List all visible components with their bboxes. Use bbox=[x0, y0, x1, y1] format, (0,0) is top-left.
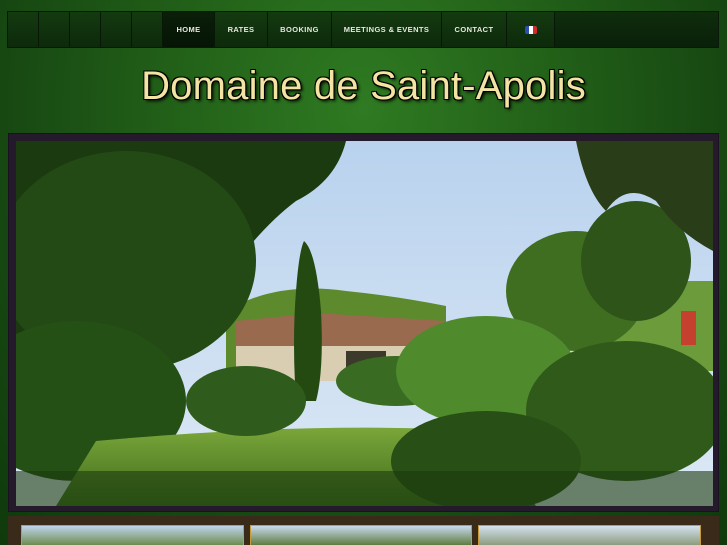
nav-item-label: MEETINGS & EVENTS bbox=[343, 25, 430, 34]
nav-spacer bbox=[70, 12, 101, 47]
thumbnail-photo[interactable] bbox=[478, 525, 701, 545]
nav-item-meetings-events[interactable]: MEETINGS & EVENTS bbox=[332, 12, 442, 47]
nav-spacer bbox=[132, 12, 163, 47]
thumbnail-photo[interactable] bbox=[21, 525, 244, 545]
nav-item-label: RATES bbox=[227, 25, 255, 34]
nav-item-booking[interactable]: BOOKING bbox=[268, 12, 332, 47]
nav-item-label: BOOKING bbox=[280, 25, 319, 34]
nav-item-contact[interactable]: CONTACT bbox=[442, 12, 507, 47]
nav-item-home[interactable]: HOME bbox=[163, 12, 215, 47]
site-title: Domaine de Saint-Apolis bbox=[141, 64, 586, 108]
nav-item-rates[interactable]: RATES bbox=[215, 12, 268, 47]
french-flag-icon bbox=[524, 25, 537, 34]
thumbnail-photo[interactable] bbox=[250, 525, 472, 545]
main-navigation: HOME RATES BOOKING MEETINGS & EVENTS CON… bbox=[7, 11, 719, 48]
nav-spacer bbox=[39, 12, 70, 47]
garden-house-photo bbox=[16, 141, 713, 506]
nav-spacer bbox=[8, 12, 39, 47]
nav-item-label: HOME bbox=[176, 25, 201, 34]
language-switch-french[interactable] bbox=[507, 12, 555, 47]
hero-photo bbox=[16, 141, 713, 506]
nav-item-label: CONTACT bbox=[454, 25, 494, 34]
hero-frame bbox=[8, 133, 719, 512]
nav-spacer bbox=[101, 12, 132, 47]
thumbnail-strip bbox=[8, 516, 719, 545]
